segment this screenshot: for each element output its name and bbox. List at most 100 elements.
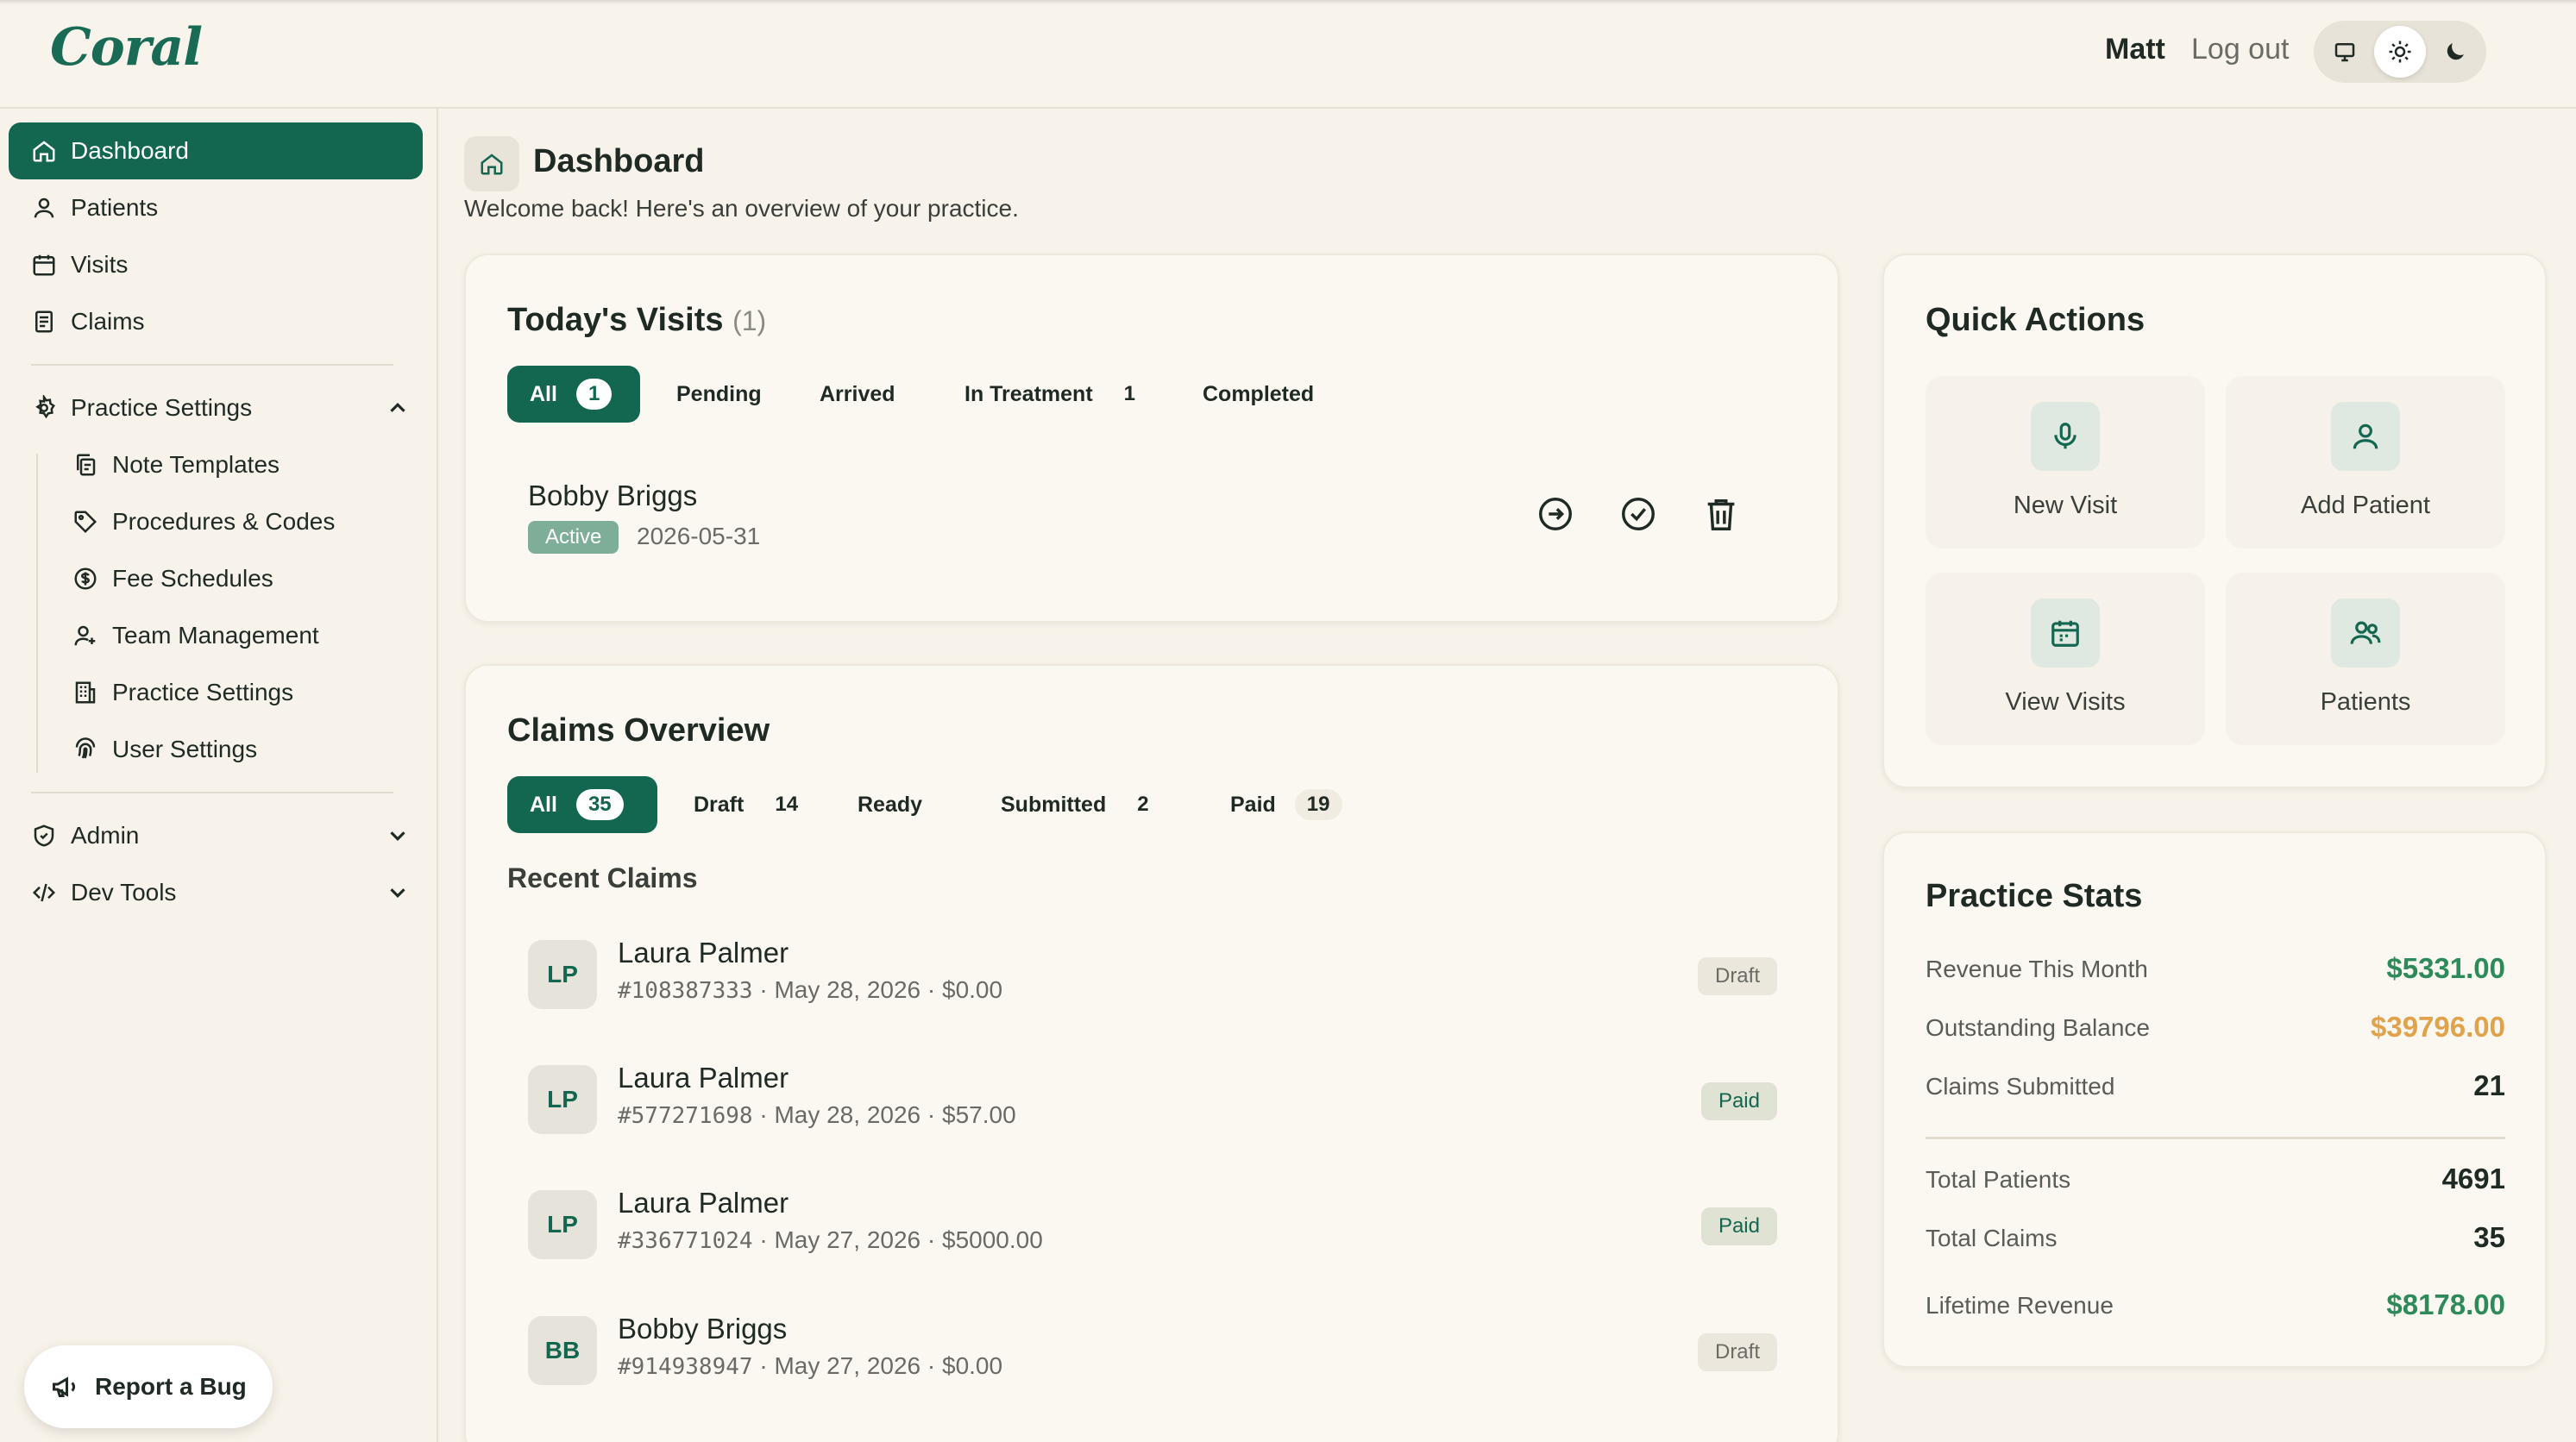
tab-label: Pending	[676, 381, 762, 406]
tab-paid[interactable]: Paid 19	[1208, 776, 1363, 833]
monitor-icon[interactable]	[2319, 26, 2371, 78]
tab-label: Arrived	[820, 381, 895, 406]
sidebar-item-patients[interactable]: Patients	[9, 179, 423, 236]
sidebar-item-visits[interactable]: Visits	[9, 236, 423, 293]
sidebar-item-procedures[interactable]: Procedures & Codes	[50, 493, 423, 550]
claim-amount: $0.00	[942, 1352, 1003, 1379]
users-icon	[2331, 599, 2400, 668]
claim-amount: $5000.00	[942, 1226, 1043, 1253]
sidebar-item-label: Dev Tools	[71, 879, 177, 906]
tab-pending[interactable]: Pending	[654, 366, 783, 423]
tab-all[interactable]: All 1	[507, 366, 640, 423]
claim-meta: #108387333 · May 28, 2026 · $0.00	[618, 976, 1003, 1004]
status-badge: Draft	[1697, 957, 1777, 995]
gear-icon	[29, 393, 59, 423]
qa-label: Add Patient	[2301, 492, 2430, 519]
sidebar-item-label: Procedures & Codes	[112, 508, 336, 535]
arrow-right-circle-icon[interactable]	[1536, 494, 1575, 534]
sidebar-item-dashboard[interactable]: Dashboard	[9, 122, 423, 179]
building-icon	[71, 678, 100, 707]
chevron-up-icon[interactable]	[385, 395, 411, 421]
tab-label: Completed	[1203, 381, 1315, 406]
tab-count: 1	[575, 379, 613, 410]
stat-value: $5331.00	[2386, 952, 2505, 984]
claim-row[interactable]: BB Bobby Briggs #914938947 · May 27, 202…	[528, 1313, 1777, 1390]
tab-draft[interactable]: Draft 14	[671, 776, 826, 833]
logo[interactable]: Coral	[50, 17, 203, 78]
tab-label: Draft	[694, 792, 745, 817]
stat-label: Lifetime Revenue	[1926, 1292, 2114, 1319]
moon-icon[interactable]	[2429, 26, 2481, 78]
stat-label: Claims Submitted	[1926, 1073, 2115, 1100]
home-icon	[464, 136, 519, 191]
status-badge: Draft	[1697, 1333, 1777, 1371]
sidebar-item-note-templates[interactable]: Note Templates	[50, 436, 423, 493]
sidebar-item-user-settings[interactable]: User Settings	[50, 721, 423, 778]
stat-value: $8178.00	[2386, 1288, 2505, 1320]
sidebar-item-practice-settings[interactable]: Practice Settings	[9, 379, 423, 436]
microphone-icon	[2031, 402, 2100, 471]
trash-icon[interactable]	[1701, 494, 1741, 534]
user-icon	[2331, 402, 2400, 471]
claim-row[interactable]: LP Laura Palmer #108387333 · May 28, 202…	[528, 937, 1777, 1014]
code-icon	[29, 878, 59, 907]
claim-row[interactable]: LP Laura Palmer #336771024 · May 27, 202…	[528, 1187, 1777, 1264]
tab-in-treatment[interactable]: In Treatment 1	[942, 366, 1158, 423]
receipt-icon	[29, 307, 59, 336]
stat-label: Total Claims	[1926, 1225, 2058, 1251]
tab-ready[interactable]: Ready	[835, 776, 956, 833]
status-badge: Paid	[1700, 1082, 1777, 1120]
sun-icon[interactable]	[2374, 26, 2426, 78]
practice-stats-title: Practice Stats	[1926, 878, 2143, 914]
check-circle-icon[interactable]	[1618, 494, 1658, 534]
todays-visits-title: Today's Visits (1)	[507, 302, 766, 339]
report-bug-button[interactable]: Report a Bug	[24, 1345, 273, 1428]
tab-count: 1	[1123, 382, 1136, 405]
tab-submitted[interactable]: Submitted 2	[978, 776, 1177, 833]
tab-label: All	[530, 792, 557, 817]
view-visits-button[interactable]: View Visits	[1926, 573, 2205, 745]
home-icon	[29, 136, 59, 166]
status-badge: Active	[528, 521, 619, 554]
qa-label: New Visit	[2013, 492, 2118, 519]
claims-filter-tabs: All 35 Draft 14 Ready Submitted 2 Paid 1…	[507, 776, 1715, 833]
todays-visits-title-text: Today's Visits	[507, 302, 724, 338]
sidebar-item-practice-settings-sub[interactable]: Practice Settings	[50, 664, 423, 721]
claim-patient-name: Bobby Briggs	[618, 1313, 788, 1345]
claim-number: #914938947	[618, 1354, 753, 1380]
theme-toggle	[2314, 21, 2486, 83]
chevron-down-icon[interactable]	[385, 880, 411, 906]
quick-actions-title: Quick Actions	[1926, 302, 2146, 338]
sidebar-item-label: Visits	[71, 251, 129, 278]
patients-button[interactable]: Patients	[2226, 573, 2505, 745]
sidebar-item-team-management[interactable]: Team Management	[50, 607, 423, 664]
sidebar-item-label: Dashboard	[71, 137, 189, 164]
tab-completed[interactable]: Completed	[1180, 366, 1353, 423]
avatar: LP	[528, 940, 597, 1009]
sidebar-item-fee-schedules[interactable]: Fee Schedules	[50, 550, 423, 607]
tab-count: 35	[575, 789, 624, 820]
tab-all[interactable]: All 35	[507, 776, 657, 833]
add-patient-button[interactable]: Add Patient	[2226, 376, 2505, 549]
sidebar-item-label: Note Templates	[112, 451, 280, 478]
sidebar-item-label: Team Management	[112, 622, 319, 649]
new-visit-button[interactable]: New Visit	[1926, 376, 2205, 549]
copy-icon	[71, 450, 100, 480]
chevron-down-icon[interactable]	[385, 823, 411, 849]
avatar: LP	[528, 1190, 597, 1259]
stat-label: Revenue This Month	[1926, 956, 2148, 982]
sidebar-item-dev-tools[interactable]: Dev Tools	[9, 864, 423, 921]
tab-arrived[interactable]: Arrived	[797, 366, 927, 423]
top-bar: Coral Matt Log out	[0, 0, 2576, 109]
claim-meta: #336771024 · May 27, 2026 · $5000.00	[618, 1226, 1043, 1254]
recent-claims-label: Recent Claims	[507, 862, 698, 893]
stat-label: Total Patients	[1926, 1166, 2071, 1193]
submenu-line	[36, 454, 38, 773]
claim-number: #108387333	[618, 978, 753, 1004]
sidebar-item-admin[interactable]: Admin	[9, 807, 423, 864]
sidebar-item-claims[interactable]: Claims	[9, 293, 423, 350]
visit-patient-name[interactable]: Bobby Briggs	[528, 480, 697, 512]
logout-link[interactable]: Log out	[2191, 33, 2289, 66]
claim-row[interactable]: LP Laura Palmer #577271698 · May 28, 202…	[528, 1062, 1777, 1139]
shield-icon	[29, 821, 59, 850]
